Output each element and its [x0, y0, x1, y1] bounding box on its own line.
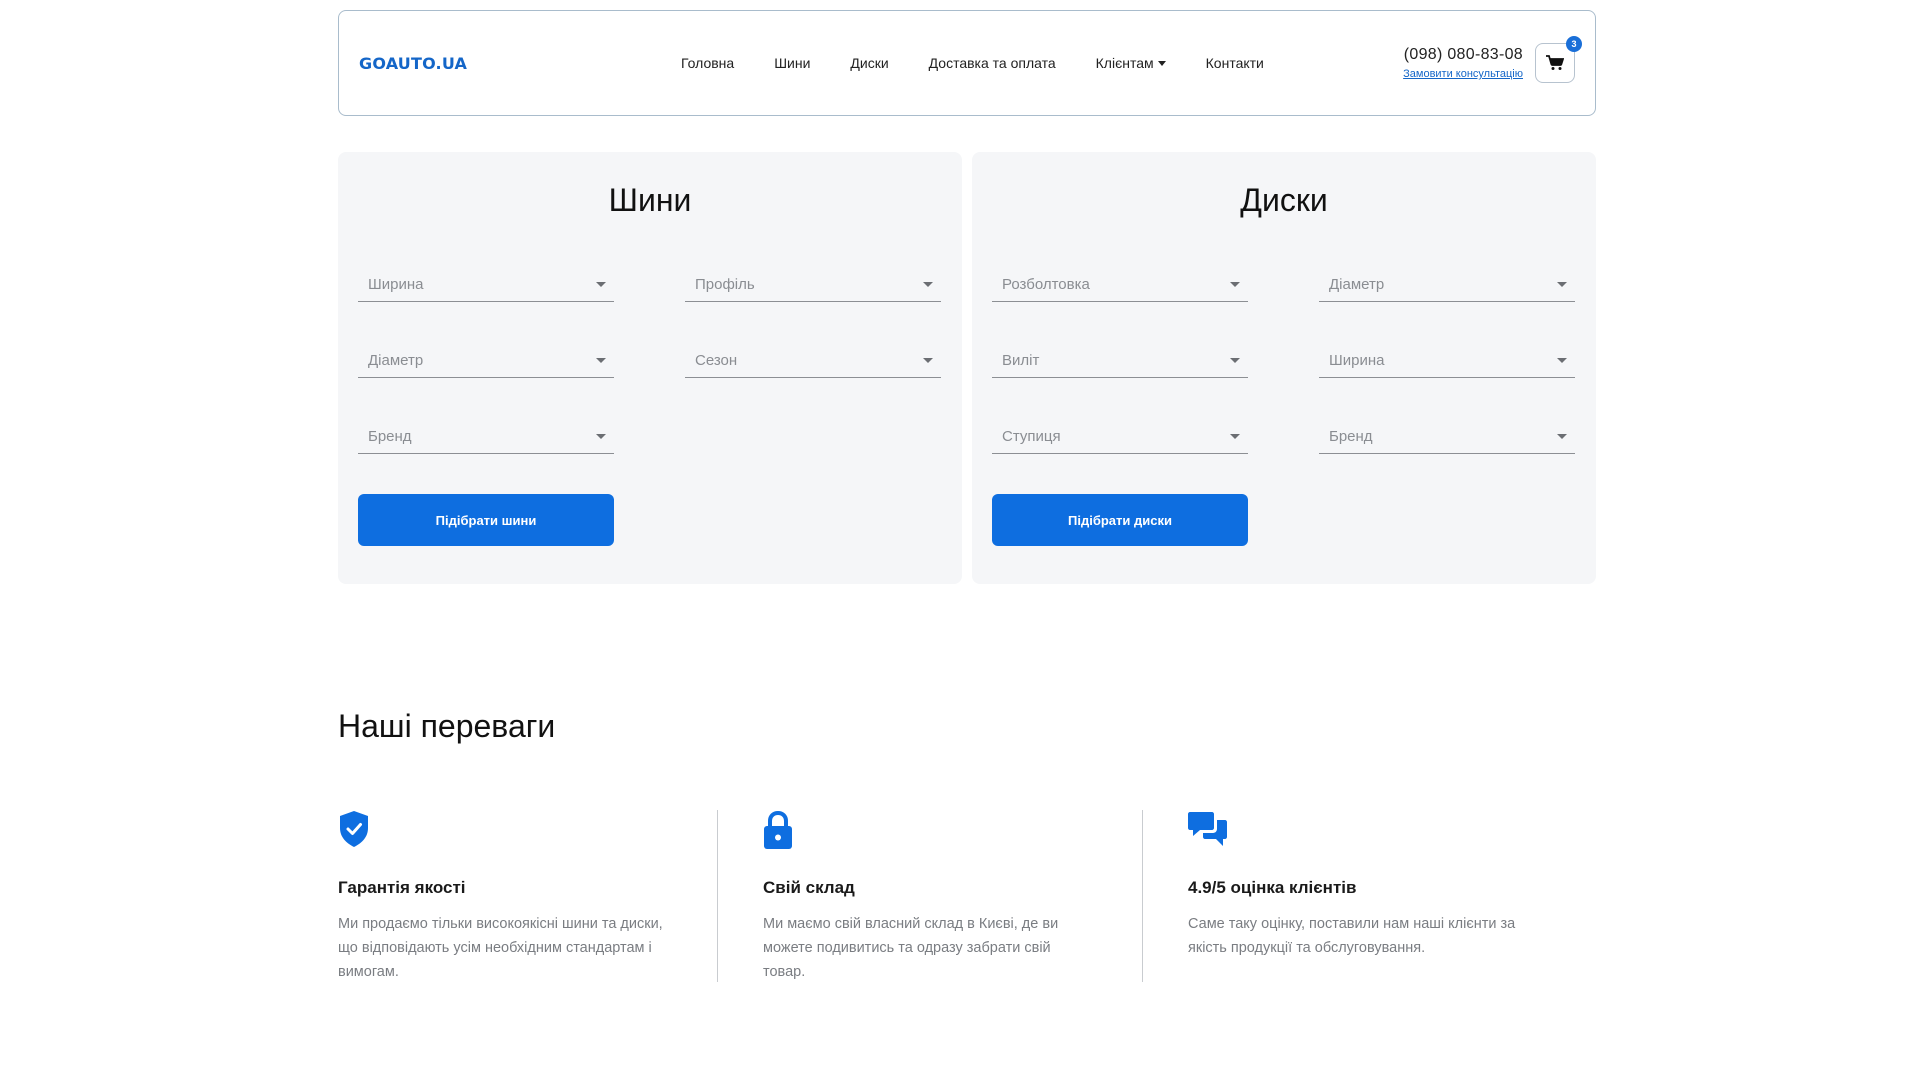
- advantage-text: Ми продаємо тільки високоякісні шини та …: [338, 916, 663, 980]
- wheels-bolt-pattern-select[interactable]: Розболтовка: [992, 268, 1248, 302]
- select-label: Ступиця: [1002, 428, 1061, 445]
- caret-down-icon: [1230, 282, 1240, 287]
- advantage-text: Саме таку оцінку, поставили нам наші клі…: [1188, 916, 1516, 956]
- nav-tires[interactable]: Шини: [774, 55, 810, 71]
- caret-down-icon: [923, 282, 933, 287]
- caret-down-icon: [1557, 282, 1567, 287]
- lock-icon: [763, 810, 1093, 850]
- cart-button[interactable]: 3: [1535, 36, 1582, 83]
- advantage-title: Гарантія якості: [338, 878, 466, 897]
- wheels-panel: Диски Розболтовка Діаметр Виліт Ширина С…: [972, 152, 1596, 584]
- caret-down-icon: [596, 358, 606, 363]
- tires-panel: Шини Ширина Профіль Діаметр Сезон Бренд …: [338, 152, 962, 584]
- cart-icon: [1546, 55, 1564, 70]
- tires-title: Шини: [608, 182, 692, 218]
- tires-season-select[interactable]: Сезон: [685, 344, 941, 378]
- chevron-down-icon: [1157, 61, 1166, 66]
- nav-wheels[interactable]: Диски: [850, 55, 888, 71]
- main-nav: Головна Шини Диски Доставка та оплата Кл…: [681, 55, 1403, 71]
- select-label: Розболтовка: [1002, 276, 1090, 293]
- advantage-warehouse: Свій склад Ми маємо свій власний склад в…: [763, 810, 1093, 984]
- select-label: Ширина: [1329, 352, 1385, 369]
- caret-down-icon: [1230, 358, 1240, 363]
- advantage-title: Свій склад: [763, 878, 855, 897]
- select-label: Діаметр: [1329, 276, 1385, 293]
- select-label: Ширина: [368, 276, 424, 293]
- advantages-title: Наші переваги: [338, 708, 556, 744]
- wheels-width-select[interactable]: Ширина: [1319, 344, 1575, 378]
- caret-down-icon: [923, 358, 933, 363]
- caret-down-icon: [1557, 358, 1567, 363]
- wheels-title: Диски: [1240, 182, 1328, 218]
- phone-number[interactable]: (098) 080-83-08: [1404, 46, 1523, 64]
- advantage-text: Ми маємо свій власний склад в Києві, де …: [763, 916, 1059, 980]
- caret-down-icon: [1557, 434, 1567, 439]
- divider: [1142, 810, 1143, 982]
- select-label: Бренд: [1329, 428, 1373, 445]
- tires-diameter-select[interactable]: Діаметр: [358, 344, 614, 378]
- shield-check-icon: [338, 810, 668, 850]
- chat-bubbles-icon: [1188, 810, 1518, 850]
- divider: [717, 810, 718, 982]
- caret-down-icon: [596, 434, 606, 439]
- find-wheels-button[interactable]: Підібрати диски: [992, 494, 1248, 546]
- advantage-title: 4.9/5 оцінка клієнтів: [1188, 878, 1357, 897]
- wheels-offset-select[interactable]: Виліт: [992, 344, 1248, 378]
- tires-profile-select[interactable]: Профіль: [685, 268, 941, 302]
- find-tires-button[interactable]: Підібрати шини: [358, 494, 614, 546]
- select-label: Бренд: [368, 428, 412, 445]
- nav-home[interactable]: Головна: [681, 55, 734, 71]
- nav-delivery[interactable]: Доставка та оплата: [929, 55, 1056, 71]
- select-label: Виліт: [1002, 352, 1040, 369]
- nav-clients-label: Клієнтам: [1095, 55, 1154, 71]
- select-label: Діаметр: [368, 352, 424, 369]
- caret-down-icon: [596, 282, 606, 287]
- wheels-diameter-select[interactable]: Діаметр: [1319, 268, 1575, 302]
- select-label: Сезон: [695, 352, 738, 369]
- tires-width-select[interactable]: Ширина: [358, 268, 614, 302]
- consult-link[interactable]: Замовити консультацію: [1403, 68, 1523, 80]
- contact-block: (098) 080-83-08 Замовити консультацію: [1403, 46, 1523, 80]
- tires-brand-select[interactable]: Бренд: [358, 420, 614, 454]
- site-header: GOAUTO.UA Головна Шини Диски Доставка та…: [338, 10, 1596, 116]
- advantage-rating: 4.9/5 оцінка клієнтів Саме таку оцінку, …: [1188, 810, 1518, 960]
- wheels-hub-select[interactable]: Ступиця: [992, 420, 1248, 454]
- logo[interactable]: GOAUTO.UA: [359, 54, 629, 73]
- wheels-brand-select[interactable]: Бренд: [1319, 420, 1575, 454]
- page: GOAUTO.UA Головна Шини Диски Доставка та…: [0, 0, 1920, 1080]
- nav-clients[interactable]: Клієнтам: [1096, 55, 1166, 71]
- nav-contacts[interactable]: Контакти: [1206, 55, 1264, 71]
- cart-count-badge: 3: [1566, 36, 1582, 52]
- advantage-quality: Гарантія якості Ми продаємо тільки висок…: [338, 810, 668, 984]
- select-label: Профіль: [695, 276, 755, 293]
- caret-down-icon: [1230, 434, 1240, 439]
